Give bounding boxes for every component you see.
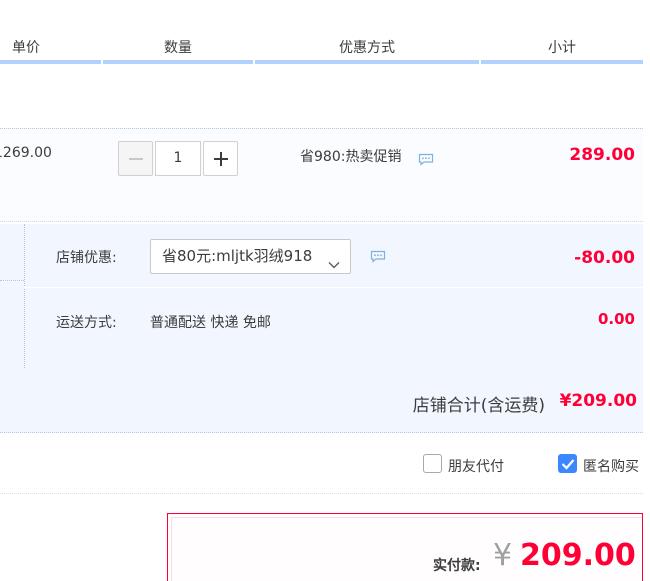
message-icon[interactable] xyxy=(418,153,434,166)
shop-total-row: 店铺合计(含运费) ¥209.00 xyxy=(0,368,643,433)
payment-label: 实付款: xyxy=(433,558,481,574)
chevron-down-icon xyxy=(328,250,340,269)
column-label: 数量 xyxy=(164,40,192,56)
column-underline xyxy=(481,60,643,64)
checkmark-icon xyxy=(561,459,575,470)
currency-symbol: ¥ xyxy=(493,538,513,573)
item-subtotal: 289.00 xyxy=(569,145,635,165)
column-promotion: 优惠方式 xyxy=(255,38,479,64)
column-underline xyxy=(0,60,101,64)
coupon-select[interactable]: 省80元:mljtk羽绒918 xyxy=(150,239,351,274)
friend-pay-checkbox[interactable] xyxy=(423,454,442,473)
column-unit-price: 单价 xyxy=(0,38,101,64)
minus-icon xyxy=(128,157,143,160)
friend-pay-label[interactable]: 朋友代付 xyxy=(448,456,504,476)
order-item-row: 1269.00 1 省980:热卖促销 289.00 xyxy=(0,128,643,222)
increase-quantity-button[interactable] xyxy=(203,141,238,176)
payment-amount: 209.00 xyxy=(520,538,636,573)
shop-total-label: 店铺合计(含运费) xyxy=(412,396,545,416)
payment-summary: 实付款: ¥ 209.00 xyxy=(167,513,643,581)
order-options-row: 朋友代付 匿名购买 xyxy=(0,434,643,494)
column-label: 优惠方式 xyxy=(339,40,395,56)
anonymous-checkbox[interactable] xyxy=(558,454,577,473)
shipping-label: 运送方式: xyxy=(56,315,117,331)
shop-discount-value: -80.00 xyxy=(574,248,635,268)
column-underline xyxy=(103,60,253,64)
shipping-value: 0.00 xyxy=(597,310,635,328)
shop-total-value: ¥209.00 xyxy=(559,391,637,411)
shop-discount-label: 店铺优惠: xyxy=(56,250,117,266)
divider xyxy=(0,280,24,281)
column-subtotal: 小计 xyxy=(481,38,643,64)
column-label: 小计 xyxy=(548,40,576,56)
unit-price: 1269.00 xyxy=(0,145,52,161)
column-underline xyxy=(255,60,479,64)
anonymous-label[interactable]: 匿名购买 xyxy=(583,456,639,476)
decrease-quantity-button[interactable] xyxy=(118,141,153,176)
promotion-text: 省980:热卖促销 xyxy=(300,149,402,165)
quantity-stepper: 1 xyxy=(118,141,238,176)
shipping-method: 普通配送 快递 免邮 xyxy=(150,315,271,331)
quantity-input[interactable]: 1 xyxy=(155,141,201,176)
plus-icon xyxy=(213,151,228,166)
message-icon[interactable] xyxy=(370,250,386,263)
column-quantity: 数量 xyxy=(103,38,253,64)
divider xyxy=(24,287,643,288)
column-label: 单价 xyxy=(12,40,40,56)
order-table-header: 单价 数量 优惠方式 小计 xyxy=(0,0,650,64)
shop-options-panel: 店铺优惠: 省80元:mljtk羽绒918 -80.00 运送方式: 普通配送 … xyxy=(0,224,643,368)
coupon-select-value: 省80元:mljtk羽绒918 xyxy=(162,247,313,265)
